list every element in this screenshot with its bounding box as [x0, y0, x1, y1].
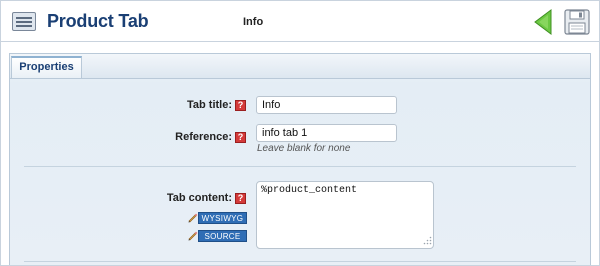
help-icon[interactable]: ? [235, 132, 246, 143]
help-icon[interactable]: ? [235, 193, 246, 204]
reference-hint: Leave blank for none [257, 143, 351, 154]
floppy-disk-icon[interactable] [564, 9, 590, 35]
tab-content-label: Tab content: [166, 192, 232, 204]
pencil-icon [188, 231, 198, 241]
pencil-icon [188, 213, 198, 223]
back-arrow-icon[interactable] [533, 9, 553, 35]
source-button[interactable]: SOURCE [198, 230, 247, 242]
bottom-divider [24, 261, 576, 262]
list-window-icon [12, 12, 36, 31]
tab-properties[interactable]: Properties [11, 56, 82, 78]
wysiwyg-button[interactable]: WYSIWYG [198, 212, 247, 224]
resize-grip-icon[interactable] [423, 236, 432, 245]
tab-name-label: Info [243, 16, 264, 28]
tab-title-input[interactable] [256, 96, 397, 114]
header: Product Tab Info [1, 1, 599, 43]
reference-label: Reference: [175, 131, 232, 143]
header-divider [1, 41, 599, 42]
tab-bar: Properties [10, 54, 590, 79]
page-title: Product Tab [47, 11, 149, 31]
section-divider [24, 166, 576, 167]
tab-content-textarea[interactable] [256, 181, 434, 249]
help-icon[interactable]: ? [235, 100, 246, 111]
reference-input[interactable] [256, 124, 397, 142]
tab-title-label: Tab title: [186, 99, 232, 111]
